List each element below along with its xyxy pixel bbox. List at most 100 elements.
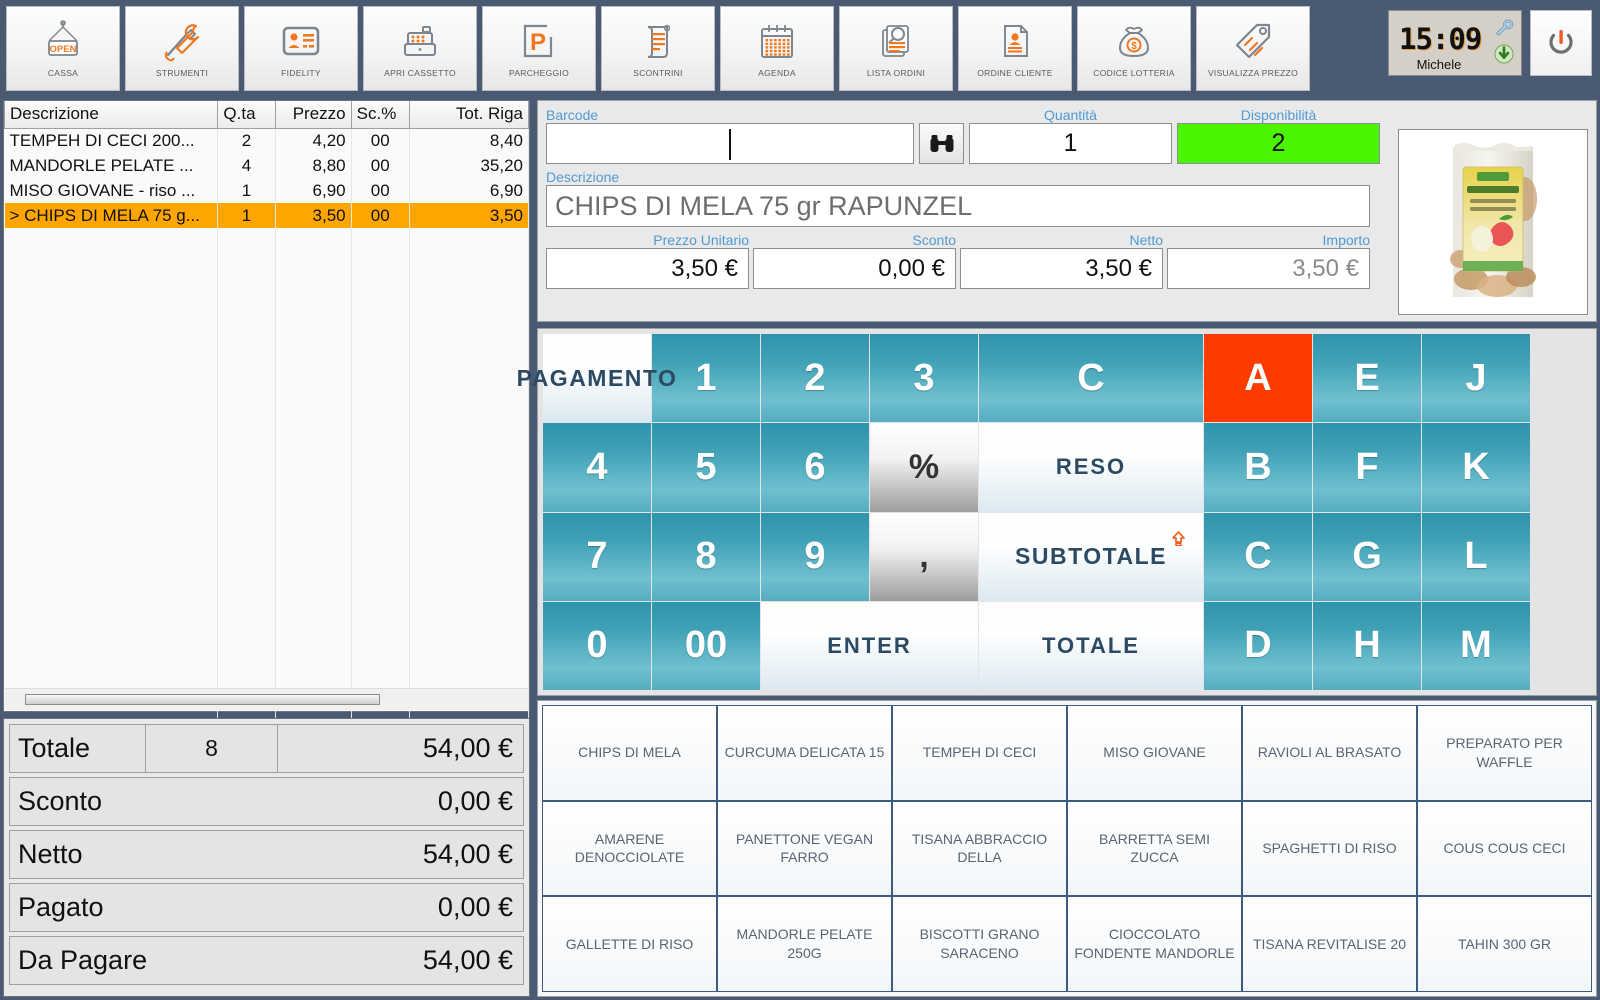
table-row-empty[interactable] (4, 328, 530, 353)
key-2[interactable]: 2 (761, 334, 869, 423)
table-row-empty[interactable] (4, 403, 530, 428)
toolbar-button-parcheggio[interactable]: P PARCHEGGIO (482, 6, 596, 91)
table-row-empty[interactable] (4, 528, 530, 553)
key-enter[interactable]: ENTER (761, 601, 978, 690)
product-shortcut-button[interactable]: MISO GIOVANE (1067, 705, 1242, 801)
key-3[interactable]: 3 (870, 334, 978, 423)
key-sym[interactable]: % (870, 423, 978, 512)
table-row-empty[interactable] (4, 653, 530, 678)
key-l[interactable]: L (1422, 512, 1530, 601)
toolbar-button-strumenti[interactable]: STRUMENTI (125, 6, 239, 91)
column-header-totriga[interactable]: Tot. Riga (408, 101, 530, 129)
table-row-empty[interactable] (4, 303, 530, 328)
product-shortcut-button[interactable]: CIOCCOLATO FONDENTE MANDORLE (1067, 896, 1242, 992)
table-row[interactable]: MANDORLE PELATE ... 4 8,80 00 35,20 (4, 153, 530, 178)
table-row-empty[interactable] (4, 578, 530, 603)
key-m[interactable]: M (1422, 601, 1530, 690)
toolbar-button-label: PARCHEGGIO (509, 69, 569, 78)
key-5[interactable]: 5 (652, 423, 760, 512)
scrollbar-thumb[interactable] (25, 694, 380, 705)
key-6[interactable]: 6 (761, 423, 869, 512)
key-f[interactable]: F (1313, 423, 1421, 512)
key-sym[interactable]: , (870, 512, 978, 601)
product-shortcut-button[interactable]: CHIPS DI MELA (542, 705, 717, 801)
barcode-search-button[interactable] (919, 123, 964, 164)
key-pagamento[interactable]: PAGAMENTO (517, 334, 676, 423)
product-shortcut-button[interactable]: CURCUMA DELICATA 15 (717, 705, 892, 801)
toolbar-button-cassa[interactable]: OPEN CASSA (6, 6, 120, 91)
wrench-icon[interactable] (1493, 17, 1515, 44)
product-shortcut-button[interactable]: TAHIN 300 GR (1417, 896, 1592, 992)
table-row-empty[interactable] (4, 228, 530, 253)
product-shortcut-button[interactable]: AMARENE DENOCCIOLATE (542, 800, 717, 897)
toolbar-button-agenda[interactable]: AGENDA (720, 6, 834, 91)
barcode-input[interactable] (546, 123, 914, 164)
key-k[interactable]: K (1422, 423, 1530, 512)
column-header-descrizione[interactable]: Descrizione (3, 101, 219, 129)
key-g[interactable]: G (1313, 512, 1421, 601)
table-row-empty[interactable] (4, 353, 530, 378)
product-shortcut-button[interactable]: TISANA REVITALISE 20 (1242, 896, 1417, 992)
toolbar-button-ordine-cliente[interactable]: ORDINE CLIENTE (958, 6, 1072, 91)
table-row-empty[interactable] (4, 478, 530, 503)
product-shortcut-button[interactable]: BARRETTA SEMI ZUCCA (1067, 800, 1242, 897)
download-arrow-icon[interactable] (1493, 43, 1515, 70)
toolbar-button-fidelity[interactable]: FIDELITY (244, 6, 358, 91)
product-shortcut-button[interactable]: PANETTONE VEGAN FARRO (717, 800, 892, 897)
key-a[interactable]: A (1204, 334, 1312, 423)
net-input[interactable]: 3,50 € (960, 248, 1163, 289)
key-c[interactable]: C (1204, 512, 1312, 601)
toolbar-button-scontrini[interactable]: SCONTRINI (601, 6, 715, 91)
table-row-empty[interactable] (4, 428, 530, 453)
toolbar-button-lista-ordini[interactable]: LISTA ORDINI (839, 6, 953, 91)
key-0[interactable]: 0 (543, 601, 651, 690)
toolbar-button-apri-cassetto[interactable]: APRI CASSETTO (363, 6, 477, 91)
key-reso[interactable]: RESO (979, 423, 1203, 512)
product-shortcut-button[interactable]: RAVIOLI AL BRASATO (1242, 705, 1417, 801)
product-shortcut-button[interactable]: COUS COUS CECI (1417, 800, 1592, 897)
table-row-empty[interactable] (4, 503, 530, 528)
key-h[interactable]: H (1313, 601, 1421, 690)
product-shortcut-button[interactable]: SPAGHETTI DI RISO (1242, 800, 1417, 897)
key-c[interactable]: C (979, 334, 1203, 423)
table-row-empty[interactable] (4, 253, 530, 278)
quantity-input[interactable]: 1 (969, 123, 1172, 164)
column-header-sconto[interactable]: Sc.% (350, 101, 410, 129)
product-shortcut-button[interactable]: TEMPEH DI CECI (892, 705, 1067, 801)
table-row[interactable]: > CHIPS DI MELA 75 g... 1 3,50 00 3,50 (4, 203, 530, 228)
key-e[interactable]: E (1313, 334, 1421, 423)
product-shortcut-button[interactable]: TISANA ABBRACCIO DELLA (892, 800, 1067, 897)
key-j[interactable]: J (1422, 334, 1530, 423)
key-7[interactable]: 7 (543, 512, 651, 601)
key-4[interactable]: 4 (543, 423, 651, 512)
table-row-empty[interactable] (4, 378, 530, 403)
table-row[interactable]: TEMPEH DI CECI 200... 2 4,20 00 8,40 (4, 128, 530, 153)
description-input[interactable]: CHIPS DI MELA 75 gr RAPUNZEL (546, 185, 1370, 227)
table-row-empty[interactable] (4, 553, 530, 578)
power-button[interactable] (1530, 10, 1592, 76)
table-row-empty[interactable] (4, 603, 530, 628)
discount-input[interactable]: 0,00 € (753, 248, 956, 289)
key-b[interactable]: B (1204, 423, 1312, 512)
column-header-qta[interactable]: Q.ta (217, 101, 276, 129)
table-row-empty[interactable] (4, 453, 530, 478)
key-8[interactable]: 8 (652, 512, 760, 601)
cart-horizontal-scrollbar[interactable] (5, 688, 528, 710)
toolbar-button-visualizza-prezzo[interactable]: VISUALIZZA PREZZO (1196, 6, 1310, 91)
table-row-empty[interactable] (4, 278, 530, 303)
product-shortcut-button[interactable]: MANDORLE PELATE 250G (717, 896, 892, 992)
key-00[interactable]: 00 (652, 601, 760, 690)
key-d[interactable]: D (1204, 601, 1312, 690)
column-header-prezzo[interactable]: Prezzo (274, 101, 352, 129)
product-shortcut-button[interactable]: PREPARATO PER WAFFLE (1417, 705, 1592, 801)
product-shortcut-button[interactable]: GALLETTE DI RISO (542, 896, 717, 992)
unit-price-input[interactable]: 3,50 € (546, 248, 749, 289)
key-totale[interactable]: TOTALE (979, 601, 1203, 690)
product-shortcut-button[interactable]: BISCOTTI GRANO SARACENO (892, 896, 1067, 992)
totals-label-pagato: Pagato (18, 892, 104, 922)
key-subtotale[interactable]: SUBTOTALE (979, 512, 1203, 601)
key-9[interactable]: 9 (761, 512, 869, 601)
table-row-empty[interactable] (4, 628, 530, 653)
table-row[interactable]: MISO GIOVANE - riso ... 1 6,90 00 6,90 (4, 178, 530, 203)
toolbar-button-codice-lotteria[interactable]: $ CODICE LOTTERIA (1077, 6, 1191, 91)
